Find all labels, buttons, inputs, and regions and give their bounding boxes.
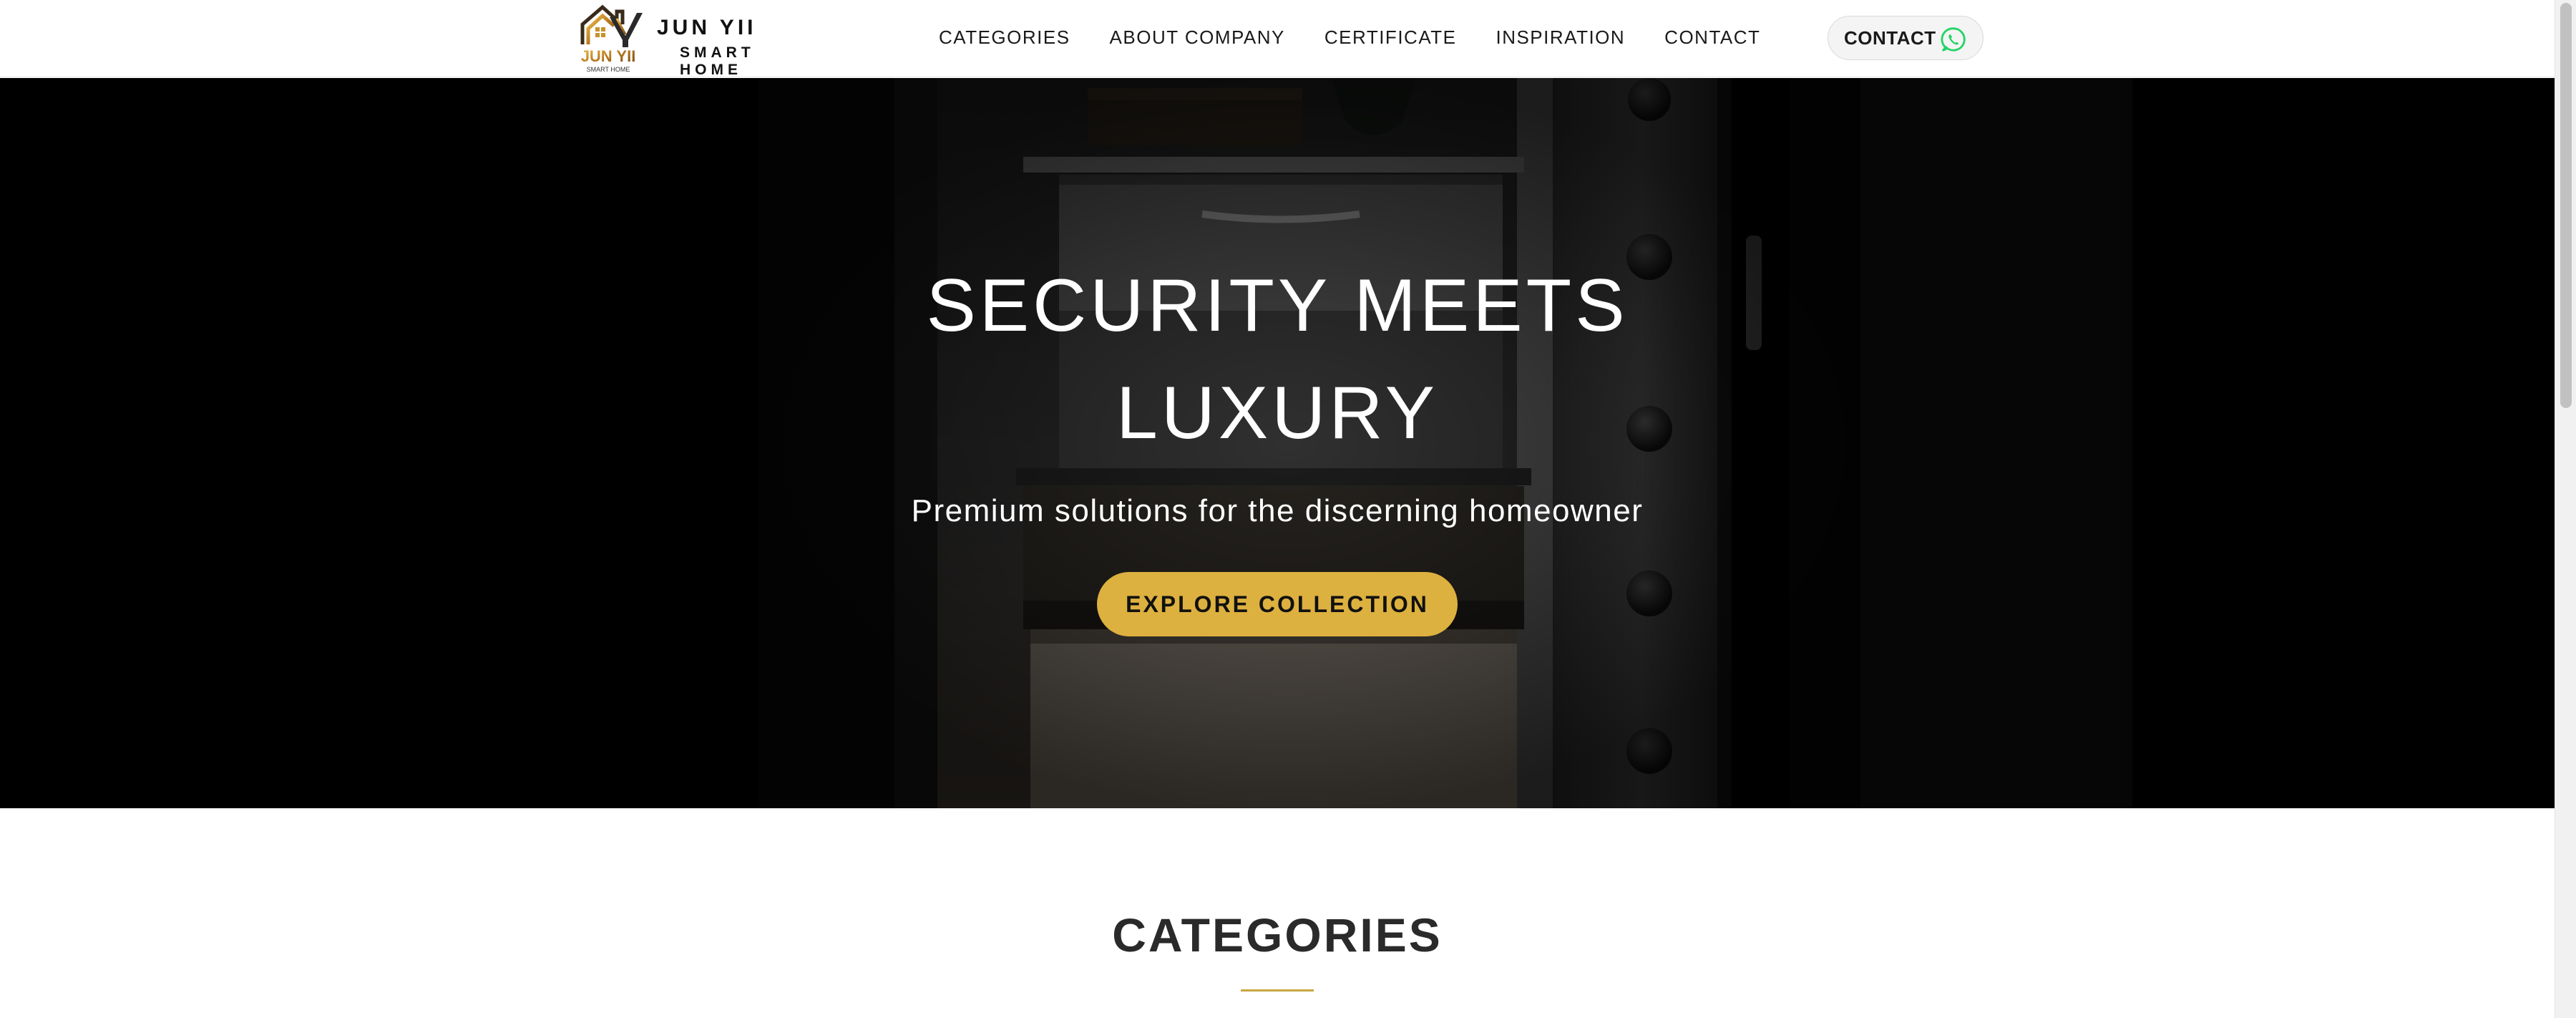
- logo-mark-text: JUN YII: [581, 47, 636, 65]
- nav-item-about-company[interactable]: ABOUT COMPANY: [1110, 26, 1285, 49]
- brand-name: JUN YII: [657, 16, 757, 39]
- contact-button-label: CONTACT: [1844, 26, 1936, 49]
- categories-divider: [1241, 989, 1314, 992]
- whatsapp-icon: [1941, 27, 1966, 52]
- hero-subtitle: Premium solutions for the discerning hom…: [911, 493, 1644, 528]
- nav-item-certificate[interactable]: CERTIFICATE: [1324, 26, 1457, 49]
- categories-heading: CATEGORIES: [1112, 908, 1443, 961]
- brand-subtitle: SMART HOME: [680, 44, 755, 78]
- hero-title-line-1: SECURITY MEETS: [926, 264, 1629, 347]
- scrollbar-thumb[interactable]: [2560, 3, 2572, 408]
- logo-mark-subtext: SMART HOME: [587, 66, 630, 73]
- page-scrollbar[interactable]: [2555, 0, 2576, 1018]
- main-nav: CATEGORIES ABOUT COMPANY CERTIFICATE INS…: [939, 0, 1760, 74]
- nav-item-inspiration[interactable]: INSPIRATION: [1496, 26, 1625, 49]
- hero-section: SECURITY MEETS LUXURY Premium solutions …: [0, 78, 2555, 808]
- site-header: JUN YII SMART HOME JUN YII SMART HOME CA…: [0, 0, 2555, 78]
- brand-logo[interactable]: JUN YII SMART HOME JUN YII SMART HOME: [572, 3, 816, 78]
- hero-title-line-2: LUXURY: [1116, 372, 1438, 455]
- explore-collection-button[interactable]: EXPLORE COLLECTION: [1097, 572, 1458, 636]
- nav-item-contact[interactable]: CONTACT: [1664, 26, 1760, 49]
- contact-whatsapp-button[interactable]: CONTACT: [1828, 16, 1984, 60]
- house-logo-icon: JUN YII SMART HOME: [580, 4, 643, 73]
- nav-item-categories[interactable]: CATEGORIES: [939, 26, 1070, 49]
